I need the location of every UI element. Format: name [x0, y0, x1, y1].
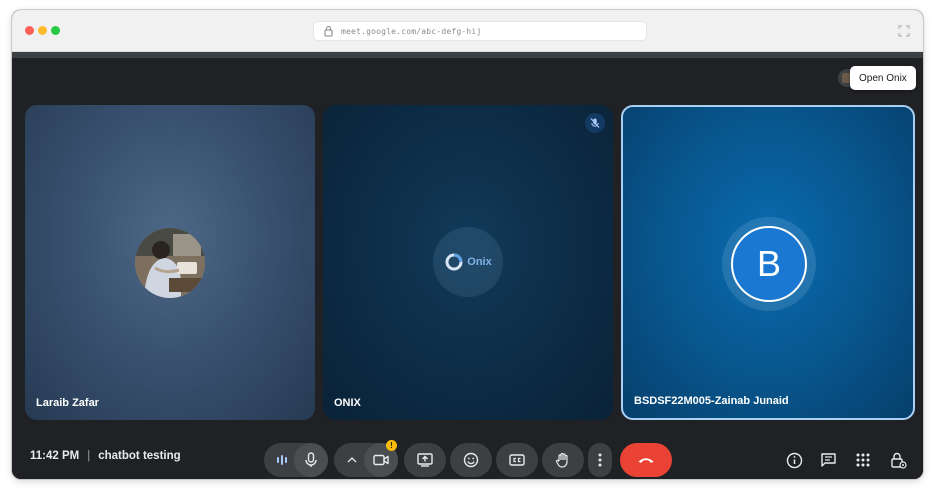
top-divider — [12, 52, 923, 58]
activities-button[interactable] — [854, 451, 872, 469]
maximize-window-button[interactable] — [51, 26, 60, 35]
fullscreen-icon[interactable] — [898, 25, 910, 37]
info-icon — [786, 452, 802, 468]
chevron-up-icon[interactable] — [342, 450, 362, 470]
camera-warning-badge: ! — [386, 440, 397, 451]
meeting-time: 11:42 PM — [30, 450, 80, 462]
activities-icon — [856, 453, 870, 467]
more-options-icon — [598, 453, 602, 467]
url-text: meet.google.com/abc-defg-hij — [341, 26, 482, 36]
end-call-button[interactable] — [620, 443, 672, 477]
audio-control-group — [264, 443, 328, 477]
extension-tooltip: Open Onix — [850, 66, 916, 90]
lock-icon — [323, 25, 334, 37]
participant-tile-zainab[interactable]: B BSDSF22M005-Zainab Junaid — [621, 105, 915, 420]
meet-stage: Open Onix Laraib Zafar Onix ONIX B BSDSF… — [12, 52, 923, 479]
onix-logo: Onix — [444, 252, 492, 272]
end-call-icon — [638, 458, 654, 463]
camera-icon — [373, 454, 389, 466]
host-controls-icon — [890, 452, 907, 469]
participant-name: BSDSF22M005-Zainab Junaid — [634, 395, 789, 407]
chat-icon — [820, 453, 836, 467]
present-screen-icon — [417, 453, 433, 467]
host-controls-button[interactable] — [889, 451, 907, 469]
emoji-icon — [463, 452, 479, 468]
raise-hand-icon — [555, 452, 568, 468]
participant-tile-onix[interactable]: Onix ONIX — [323, 105, 613, 420]
audio-levels-icon[interactable] — [272, 450, 292, 470]
captions-button[interactable] — [496, 443, 538, 477]
onix-logo-text: Onix — [467, 256, 492, 268]
reactions-button[interactable] — [450, 443, 492, 477]
browser-chrome: meet.google.com/abc-defg-hij — [12, 10, 923, 52]
participant-tile-laraib[interactable]: Laraib Zafar — [25, 105, 315, 420]
avatar: Onix — [433, 227, 503, 297]
avatar: B — [731, 226, 807, 302]
meeting-details-button[interactable] — [785, 451, 803, 469]
microphone-button[interactable] — [294, 443, 328, 477]
microphone-icon — [305, 452, 317, 467]
avatar — [135, 228, 205, 298]
browser-window: meet.google.com/abc-defg-hij Open Onix L… — [12, 10, 923, 479]
more-options-button[interactable] — [588, 443, 612, 477]
minimize-window-button[interactable] — [38, 26, 47, 35]
present-screen-button[interactable] — [404, 443, 446, 477]
address-bar[interactable]: meet.google.com/abc-defg-hij — [313, 21, 647, 41]
participant-name: ONIX — [334, 397, 361, 409]
captions-icon — [509, 454, 525, 466]
mic-off-icon — [585, 113, 605, 133]
raise-hand-button[interactable] — [542, 443, 584, 477]
separator: | — [87, 450, 91, 462]
chat-button[interactable] — [819, 451, 837, 469]
meeting-title: chatbot testing — [98, 450, 181, 462]
meeting-info: 11:42 PM | chatbot testing — [30, 450, 181, 462]
participant-name: Laraib Zafar — [36, 397, 99, 409]
close-window-button[interactable] — [25, 26, 34, 35]
